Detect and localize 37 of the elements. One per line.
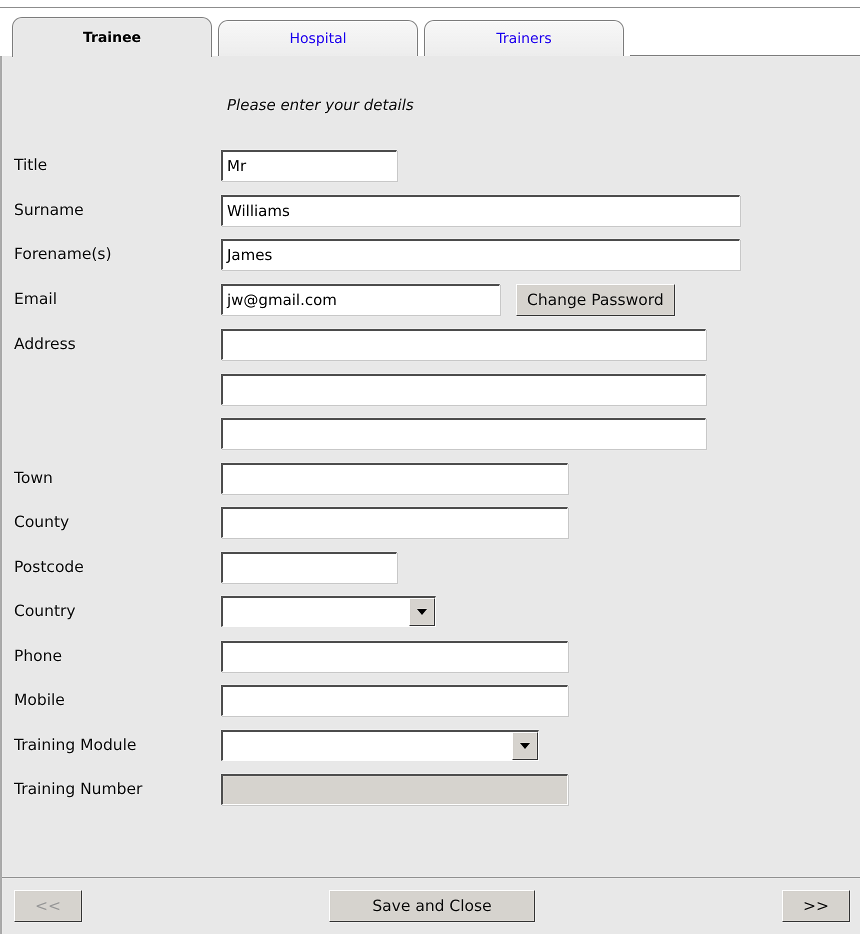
text-field[interactable]: Mr [221,150,397,181]
save-and-close-button[interactable]: Save and Close [329,890,535,922]
field-label: County [14,512,70,533]
text-field[interactable]: Williams [221,194,740,226]
text-field[interactable] [221,374,706,404]
text-field[interactable] [221,640,568,672]
tab[interactable]: Hospital [218,20,418,56]
field-label: Phone [14,646,64,666]
field-label: Title [14,155,48,176]
text-field[interactable]: jw@gmail.com [221,284,500,315]
dropdown-arrow-icon [417,609,427,615]
dropdown[interactable] [221,596,436,627]
text-field[interactable] [221,329,706,360]
field-label: Mobile [14,690,66,711]
tab[interactable]: Trainee [12,17,212,57]
field-label: Forename(s) [14,244,113,265]
text-field[interactable] [221,462,568,494]
text-field[interactable]: James [221,239,740,270]
text-field[interactable] [221,552,397,582]
change-password-button[interactable]: Change Password [516,284,675,316]
field-label: Country [14,601,77,622]
dropdown[interactable] [221,730,539,760]
field-label: Postcode [14,556,85,578]
text-field[interactable] [221,685,568,716]
text-field[interactable] [221,774,568,805]
field-label: Training Module [14,734,138,756]
tab[interactable]: Trainers [424,20,624,56]
field-label: Email [14,288,58,310]
field-label: Surname [14,200,85,220]
field-label: Training Number [14,779,144,800]
field-label: Address [14,334,77,355]
next-button[interactable]: >> [782,890,850,922]
dropdown-arrow-icon [520,742,530,748]
text-field[interactable] [221,507,568,538]
field-label: Town [14,468,54,488]
instruction-text: Please enter your details [227,96,415,114]
text-field[interactable] [221,418,706,449]
